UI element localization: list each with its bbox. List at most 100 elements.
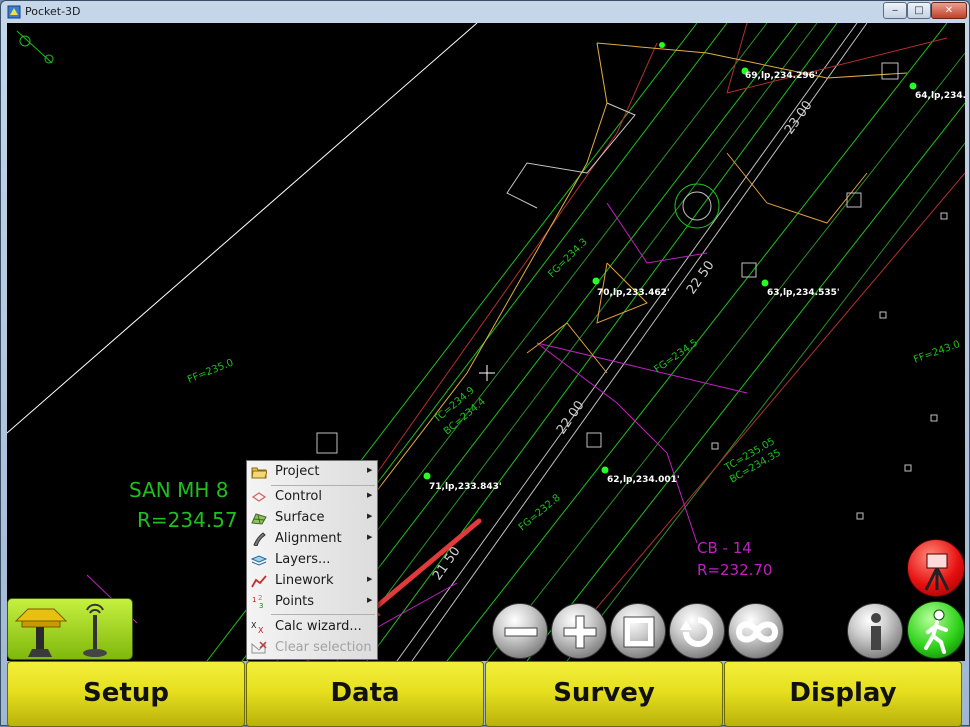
submenu-arrow-icon: ▶ xyxy=(367,466,373,474)
folder-icon xyxy=(251,467,267,479)
app-icon xyxy=(7,5,21,19)
cad-point-square xyxy=(856,512,864,520)
svg-text:2: 2 xyxy=(258,595,262,602)
menu-item-clear-selection: Clear selection xyxy=(247,638,377,659)
cad-drawing: 69,lp,234.296' 64,lp,234. 70,lp,233.462'… xyxy=(7,23,965,661)
cad-symbol xyxy=(44,54,54,64)
station-label: 22 50 xyxy=(684,258,718,297)
catch-basin-name: CB - 14 xyxy=(697,539,752,557)
minimize-button[interactable]: ‒ xyxy=(883,2,907,19)
svg-text:1: 1 xyxy=(252,596,256,604)
setup-button[interactable]: Setup xyxy=(7,661,245,727)
cad-line-orange xyxy=(726,152,868,224)
cad-square xyxy=(586,432,602,448)
title-bar[interactable]: Pocket-3D ‒ □ ✕ xyxy=(1,1,969,23)
rotate-icon xyxy=(680,617,713,647)
rotate-button[interactable] xyxy=(669,603,725,659)
station-label: 23 00 xyxy=(782,98,816,137)
cad-line-magenta xyxy=(536,342,748,394)
zoom-out-icon xyxy=(504,627,538,637)
window-title: Pocket-3D xyxy=(25,5,81,18)
cad-line-green xyxy=(566,142,965,661)
cad-square xyxy=(316,432,338,454)
grade-label: FG=234.3 xyxy=(546,237,589,280)
menu-item-control[interactable]: Control ▶ xyxy=(247,487,377,508)
walking-person-icon xyxy=(924,609,948,654)
submenu-arrow-icon: ▶ xyxy=(367,596,373,604)
svg-text:3: 3 xyxy=(259,602,263,609)
cad-outline xyxy=(506,102,636,209)
grade-label: FF=235.0 xyxy=(186,357,235,385)
zoom-in-button[interactable] xyxy=(551,603,607,659)
survey-point-marker xyxy=(761,279,769,287)
survey-point-marker xyxy=(601,466,609,474)
menu-separator xyxy=(271,614,375,615)
submenu-arrow-icon: ▶ xyxy=(367,512,373,520)
cad-line-red xyxy=(616,42,658,134)
menu-item-project[interactable]: Project ▶ xyxy=(247,462,377,483)
survey-button[interactable]: Survey xyxy=(485,661,723,727)
submenu-arrow-icon: ▶ xyxy=(367,575,373,583)
zoom-in-icon xyxy=(563,615,597,649)
cad-point-square xyxy=(930,414,938,422)
calc-wizard-icon: XX xyxy=(251,621,264,634)
station-label: 22 00 xyxy=(554,398,588,437)
submenu-arrow-icon: ▶ xyxy=(367,533,373,541)
application-window: Pocket-3D ‒ □ ✕ 69,lp,234.296' 64,lp,234… xyxy=(0,0,970,727)
layers-icon xyxy=(251,555,267,566)
data-context-menu: Project ▶ Control ▶ Surface ▶ Alignment … xyxy=(246,460,378,660)
close-button[interactable]: ✕ xyxy=(931,2,967,19)
zoom-window-button[interactable] xyxy=(610,603,666,659)
info-button[interactable] xyxy=(847,603,903,659)
display-button[interactable]: Display xyxy=(724,661,962,727)
zoom-window-icon xyxy=(623,616,655,648)
menu-item-points[interactable]: 123 Points ▶ xyxy=(247,592,377,613)
points-icon: 1 23 xyxy=(252,595,263,609)
manhole-rim: R=234.57 xyxy=(137,508,238,532)
point-label: 64,lp,234. xyxy=(915,91,965,101)
survey-point-marker xyxy=(592,277,600,285)
grade-label: FG=234.5 xyxy=(652,337,700,375)
point-label: 69,lp,234.296' xyxy=(745,71,818,81)
submenu-arrow-icon: ▶ xyxy=(367,491,373,499)
cad-square xyxy=(881,62,899,80)
menu-item-layers[interactable]: Layers... xyxy=(247,550,377,571)
svg-text:X: X xyxy=(258,626,264,634)
point-label: 71,lp,233.843' xyxy=(429,482,502,492)
rover-antenna-icon xyxy=(14,603,107,657)
manhole-name: SAN MH 8 xyxy=(129,478,228,502)
menu-item-linework[interactable]: Linework ▶ xyxy=(247,571,377,592)
zoom-out-button[interactable] xyxy=(492,603,548,659)
cad-point-square xyxy=(940,212,948,220)
maximize-button[interactable]: □ xyxy=(907,2,931,19)
point-label: 70,lp,233.462' xyxy=(597,288,670,298)
infinity-icon xyxy=(735,621,779,643)
cad-circle xyxy=(674,183,720,229)
surface-icon xyxy=(251,513,267,525)
tripod-icon xyxy=(924,553,950,591)
catch-basin-rim: R=232.70 xyxy=(697,561,772,579)
annotation-arrow xyxy=(366,518,482,616)
data-button[interactable]: Data xyxy=(246,661,484,727)
clear-selection-icon xyxy=(251,641,267,654)
instrument-status-button[interactable] xyxy=(907,539,965,597)
gps-status-panel[interactable] xyxy=(7,598,133,660)
info-icon xyxy=(871,613,881,650)
cad-point-square xyxy=(904,464,912,472)
control-icon xyxy=(251,492,267,502)
point-label: 62,lp,234.001' xyxy=(607,475,680,485)
menu-item-alignment[interactable]: Alignment ▶ xyxy=(247,529,377,550)
menu-item-surface[interactable]: Surface ▶ xyxy=(247,508,377,529)
point-label: 63,lp,234.535' xyxy=(767,288,840,298)
svg-text:X: X xyxy=(251,621,257,630)
survey-point-marker xyxy=(423,472,431,480)
menu-item-calc-wizard[interactable]: XX Calc wizard... xyxy=(247,617,377,638)
cad-map-canvas[interactable]: 69,lp,234.296' 64,lp,234. 70,lp,233.462'… xyxy=(7,23,965,661)
walk-mode-button[interactable] xyxy=(907,601,965,659)
survey-point-marker xyxy=(909,82,917,90)
zoom-extents-button[interactable] xyxy=(728,603,784,659)
cad-line-white xyxy=(7,23,478,434)
survey-point-marker xyxy=(659,42,665,48)
cad-symbol xyxy=(16,30,53,64)
menu-separator xyxy=(271,485,375,486)
